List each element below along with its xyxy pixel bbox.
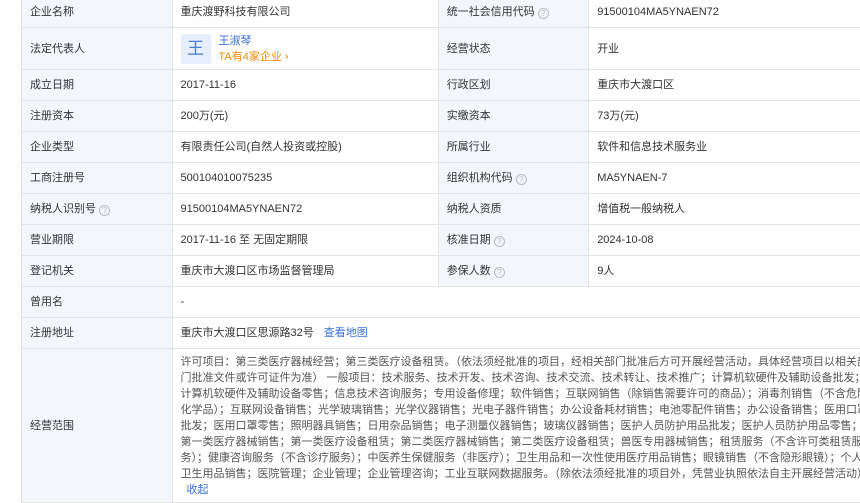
row-authority: 登记机关 重庆市大渡口区市场监督管理局 参保人数? 9人 [22,256,860,287]
legal-rep-link[interactable]: 王淑琴 [219,33,289,49]
label-orgcode: 组织机构代码? [438,163,589,194]
row-scope: 经营范围 许可项目：第三类医疗器械经营；第三类医疗设备租赁。（依法须经批准的项目… [22,349,860,503]
value-period: 2017-11-16 至 无固定期限 [172,225,438,256]
value-orgcode: MA5YNAEN-7 [589,163,860,194]
avatar[interactable]: 王 [181,34,211,64]
value-credit-code: 91500104MA5YNAEN72 [589,0,860,28]
help-icon[interactable]: ? [494,236,505,247]
label-paid: 实缴资本 [438,101,589,132]
value-capital: 200万(元) [172,101,438,132]
value-taxqual: 增值税一般纳税人 [589,194,860,225]
row-tax: 纳税人识别号? 91500104MA5YNAEN72 纳税人资质 增值税一般纳税… [22,194,860,225]
label-authority: 登记机关 [22,256,173,287]
view-map-link[interactable]: 查看地图 [324,327,368,339]
label-founded: 成立日期 [22,70,173,101]
value-industry: 软件和信息技术服务业 [589,132,860,163]
help-icon[interactable]: ? [516,174,527,185]
row-name: 企业名称 重庆渡野科技有限公司 统一社会信用代码? 91500104MA5YNA… [22,0,860,28]
value-paid: 73万(元) [589,101,860,132]
value-approve: 2024-10-08 [589,225,860,256]
row-address: 注册地址 重庆市大渡口区思源路32号查看地图 [22,318,860,349]
label-capital: 注册资本 [22,101,173,132]
label-scope: 经营范围 [22,349,173,503]
label-address: 注册地址 [22,318,173,349]
value-region: 重庆市大渡口区 [589,70,860,101]
row-regno: 工商注册号 500104010075235 组织机构代码? MA5YNAEN-7 [22,163,860,194]
label-taxid: 纳税人识别号? [22,194,173,225]
help-icon[interactable]: ? [538,8,549,19]
label-credit-code: 统一社会信用代码? [438,0,589,28]
label-taxqual: 纳税人资质 [438,194,589,225]
row-capital: 注册资本 200万(元) 实缴资本 73万(元) [22,101,860,132]
value-authority: 重庆市大渡口区市场监督管理局 [172,256,438,287]
label-approve: 核准日期? [438,225,589,256]
row-period: 营业期限 2017-11-16 至 无固定期限 核准日期? 2024-10-08 [22,225,860,256]
row-former: 曾用名 - [22,287,860,318]
row-founded: 成立日期 2017-11-16 行政区划 重庆市大渡口区 [22,70,860,101]
collapse-link[interactable]: 收起 [187,484,209,496]
label-legal-rep: 法定代表人 [22,28,173,70]
row-type: 企业类型 有限责任公司(自然人投资或控股) 所属行业 软件和信息技术服务业 [22,132,860,163]
help-icon[interactable]: ? [99,205,110,216]
value-legal-rep: 王 王淑琴 TA有4家企业 › [172,28,438,70]
value-founded: 2017-11-16 [172,70,438,101]
label-industry: 所属行业 [438,132,589,163]
business-info-table: 企业名称 重庆渡野科技有限公司 统一社会信用代码? 91500104MA5YNA… [21,0,860,503]
value-former: - [172,287,860,318]
help-icon[interactable]: ? [494,267,505,278]
value-taxid: 91500104MA5YNAEN72 [172,194,438,225]
value-company-name: 重庆渡野科技有限公司 [172,0,438,28]
label-regno: 工商注册号 [22,163,173,194]
related-companies-link[interactable]: TA有4家企业 › [219,49,289,65]
label-insured: 参保人数? [438,256,589,287]
value-scope: 许可项目：第三类医疗器械经营；第三类医疗设备租赁。（依法须经批准的项目，经相关部… [172,349,860,503]
value-address: 重庆市大渡口区思源路32号查看地图 [172,318,860,349]
label-period: 营业期限 [22,225,173,256]
value-regno: 500104010075235 [172,163,438,194]
label-type: 企业类型 [22,132,173,163]
value-status: 开业 [589,28,860,70]
value-insured: 9人 [589,256,860,287]
label-region: 行政区划 [438,70,589,101]
label-status: 经营状态 [438,28,589,70]
value-type: 有限责任公司(自然人投资或控股) [172,132,438,163]
label-company-name: 企业名称 [22,0,173,28]
label-former: 曾用名 [22,287,173,318]
row-rep: 法定代表人 王 王淑琴 TA有4家企业 › 经营状态 开业 [22,28,860,70]
